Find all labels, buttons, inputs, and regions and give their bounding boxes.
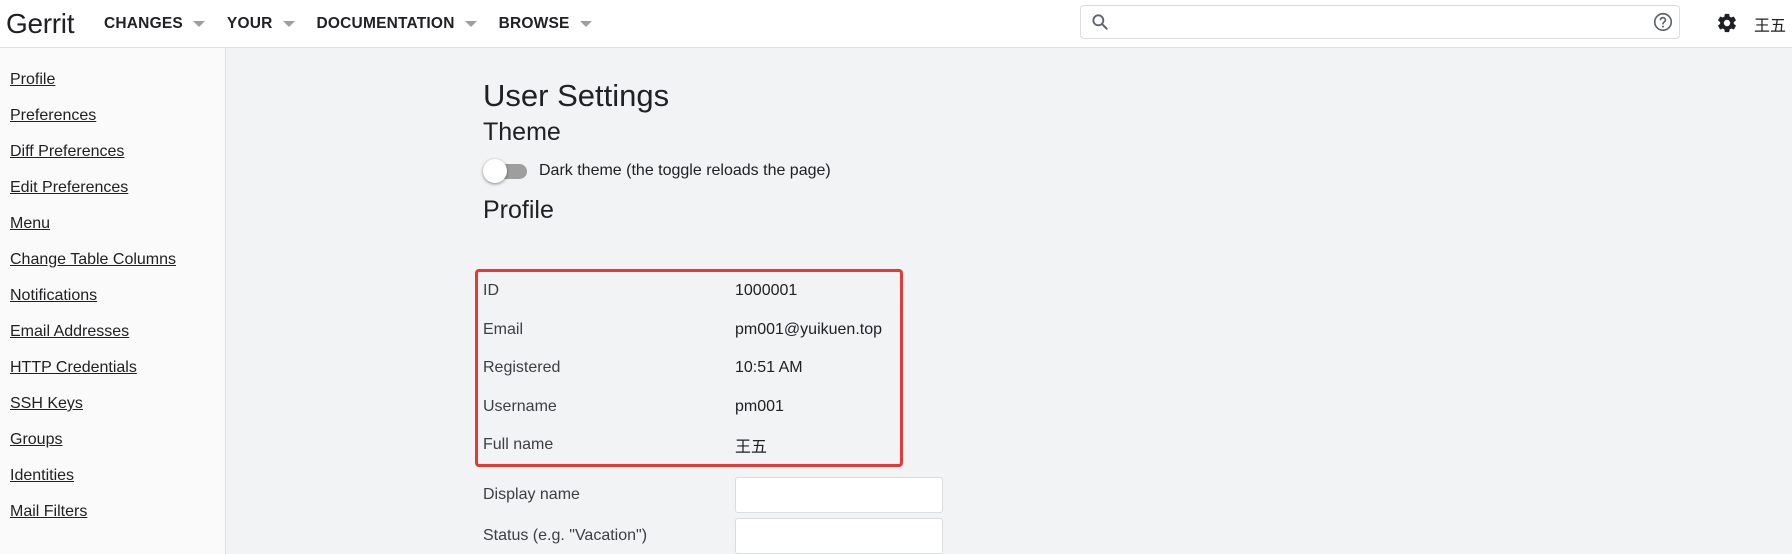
toggle-thumb (483, 159, 507, 183)
field-value: pm001@yuikuen.top (735, 320, 882, 338)
user-account-name[interactable]: 王五 (1754, 12, 1786, 36)
gear-icon[interactable] (1714, 10, 1740, 36)
sidebar-item-profile[interactable]: Profile (10, 68, 225, 104)
profile-editable: Display name Status (e.g. "Vacation") (483, 475, 943, 554)
profile-row-username: Username pm001 (483, 388, 943, 427)
field-value: 10:51 AM (735, 359, 803, 377)
sidebar-item-edit-preferences[interactable]: Edit Preferences (10, 176, 225, 212)
settings-sidebar: Profile Preferences Diff Preferences Edi… (0, 48, 226, 554)
theme-heading: Theme (483, 118, 561, 146)
nav-documentation-label: DOCUMENTATION (316, 14, 455, 32)
dark-theme-label: Dark theme (the toggle reloads the page) (539, 162, 831, 179)
sidebar-item-ssh-keys[interactable]: SSH Keys (10, 392, 225, 428)
display-name-field[interactable] (735, 477, 943, 513)
sidebar-item-change-table-columns[interactable]: Change Table Columns (10, 248, 225, 284)
help-icon[interactable] (1647, 11, 1679, 33)
nav-changes-label: CHANGES (104, 14, 183, 32)
field-value: pm001 (735, 397, 784, 415)
profile-row-status: Status (e.g. "Vacation") (483, 516, 943, 554)
nav-your-label: YOUR (226, 14, 273, 32)
search-input[interactable] (1115, 7, 1647, 37)
search-icon (1085, 12, 1115, 32)
field-label: Display name (483, 486, 580, 503)
status-field[interactable] (735, 518, 943, 554)
chevron-down-icon (579, 20, 592, 27)
field-value: 1000001 (735, 282, 798, 300)
top-header: Gerrit CHANGES YOUR DOCUMENTATION BROWSE… (0, 0, 1792, 48)
chevron-down-icon (282, 20, 295, 27)
sidebar-item-groups[interactable]: Groups (10, 428, 225, 464)
field-label: Registered (483, 359, 561, 377)
dark-theme-toggle[interactable] (483, 159, 529, 183)
settings-main: User Settings Theme Dark theme (the togg… (475, 48, 943, 554)
sidebar-item-identities[interactable]: Identities (10, 464, 225, 500)
nav-browse-label: BROWSE (498, 14, 570, 32)
profile-info: ID 1000001 Email pm001@yuikuen.top Regis… (475, 269, 943, 467)
chevron-down-icon (464, 20, 477, 27)
field-label: ID (483, 282, 499, 300)
field-label: Full name (483, 436, 554, 454)
field-value: 王五 (735, 437, 768, 457)
field-label: Username (483, 397, 557, 415)
sidebar-item-http-credentials[interactable]: HTTP Credentials (10, 356, 225, 392)
nav-your[interactable]: YOUR (227, 15, 295, 33)
sidebar-item-mail-filters[interactable]: Mail Filters (10, 500, 225, 536)
profile-heading: Profile (483, 196, 554, 224)
sidebar-item-preferences[interactable]: Preferences (10, 104, 225, 140)
profile-row-email: Email pm001@yuikuen.top (483, 311, 943, 350)
field-label: Email (483, 320, 524, 338)
gerrit-logo[interactable]: Gerrit (6, 8, 104, 40)
sidebar-item-diff-preferences[interactable]: Diff Preferences (10, 140, 225, 176)
sidebar-item-menu[interactable]: Menu (10, 212, 225, 248)
dark-theme-row: Dark theme (the toggle reloads the page) (483, 152, 943, 190)
profile-row-display-name: Display name (483, 475, 943, 516)
nav-documentation[interactable]: DOCUMENTATION (317, 15, 477, 33)
profile-row-id: ID 1000001 (483, 272, 943, 311)
page-title: User Settings (483, 78, 670, 113)
search-box (1080, 5, 1680, 39)
sidebar-item-email-addresses[interactable]: Email Addresses (10, 320, 225, 356)
profile-row-full-name: Full name 王五 (483, 426, 943, 465)
field-label: Status (e.g. "Vacation") (483, 527, 648, 544)
main-nav: CHANGES YOUR DOCUMENTATION BROWSE (104, 0, 614, 48)
sidebar-item-notifications[interactable]: Notifications (10, 284, 225, 320)
chevron-down-icon (192, 20, 205, 27)
nav-browse[interactable]: BROWSE (499, 15, 592, 33)
profile-row-registered: Registered 10:51 AM (483, 349, 943, 388)
nav-changes[interactable]: CHANGES (104, 15, 205, 33)
